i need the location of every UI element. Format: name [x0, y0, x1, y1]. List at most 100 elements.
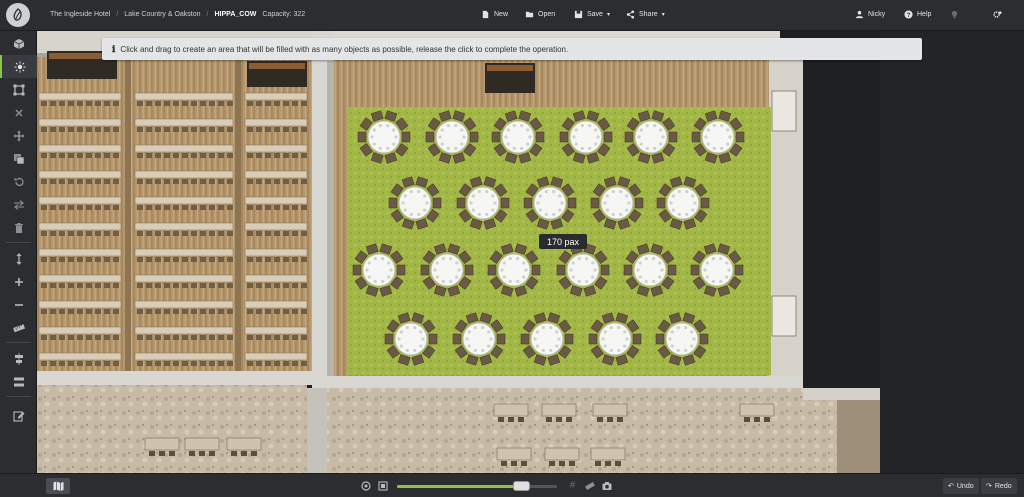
classroom-table-row[interactable] [38, 300, 122, 314]
lower-table-top[interactable] [496, 447, 532, 461]
target-button[interactable] [360, 480, 371, 491]
zoom-slider-handle[interactable] [513, 481, 531, 491]
classroom-table[interactable] [38, 118, 122, 127]
classroom-table[interactable] [38, 352, 122, 361]
classroom-table-row[interactable] [38, 144, 122, 158]
classroom-table[interactable] [38, 274, 122, 283]
save-button[interactable]: Save ▾ [574, 10, 610, 19]
classroom-table-row[interactable] [134, 92, 234, 106]
undo-button[interactable]: ↶ Undo [943, 478, 979, 494]
classroom-table-row[interactable] [38, 118, 122, 132]
swap-tool[interactable] [0, 193, 37, 216]
classroom-table-row[interactable] [38, 92, 122, 106]
classroom-table[interactable] [134, 196, 234, 205]
lower-table[interactable] [544, 447, 580, 466]
classroom-table[interactable] [38, 196, 122, 205]
classroom-table-row[interactable] [134, 118, 234, 132]
classroom-table[interactable] [134, 326, 234, 335]
lower-table-top[interactable] [226, 437, 262, 451]
move-tool[interactable] [0, 124, 37, 147]
height-tool[interactable] [0, 247, 37, 270]
classroom-table-row[interactable] [134, 170, 234, 184]
lower-table[interactable] [496, 447, 532, 466]
lightbulb-button[interactable] [950, 10, 959, 19]
classroom-table[interactable] [244, 300, 308, 309]
user-menu[interactable]: Nicky [855, 10, 885, 19]
auto-fill-tool[interactable] [0, 55, 37, 78]
floorplan-svg[interactable] [37, 31, 880, 473]
select-area-tool[interactable] [0, 78, 37, 101]
classroom-table-row[interactable] [134, 326, 234, 340]
lower-table-top[interactable] [592, 403, 628, 417]
share-button[interactable]: Share ▾ [626, 10, 665, 19]
classroom-table[interactable] [134, 144, 234, 153]
classroom-table-row[interactable] [134, 274, 234, 288]
classroom-table[interactable] [244, 170, 308, 179]
measure-button[interactable] [584, 480, 595, 491]
classroom-table[interactable] [38, 222, 122, 231]
classroom-table-row[interactable] [38, 274, 122, 288]
classroom-table-row[interactable] [134, 248, 234, 262]
classroom-table[interactable] [134, 92, 234, 101]
trash-tool[interactable] [0, 216, 37, 239]
classroom-table-row[interactable] [134, 196, 234, 210]
classroom-table[interactable] [134, 300, 234, 309]
align-tool[interactable] [0, 347, 37, 370]
classroom-table-row[interactable] [38, 222, 122, 236]
lower-table-top[interactable] [493, 403, 529, 417]
grid-button[interactable]: # [567, 480, 578, 491]
classroom-table[interactable] [38, 92, 122, 101]
settings-button[interactable] [993, 10, 1002, 19]
lower-table-top[interactable] [544, 447, 580, 461]
classroom-table[interactable] [244, 248, 308, 257]
classroom-table[interactable] [38, 144, 122, 153]
help-button[interactable]: ? Help [904, 10, 931, 19]
classroom-table[interactable] [38, 248, 122, 257]
classroom-table[interactable] [244, 196, 308, 205]
breadcrumb-venue[interactable]: The Ingleside Hotel [50, 11, 110, 18]
distribute-tool[interactable] [0, 370, 37, 393]
increase-tool[interactable] [0, 270, 37, 293]
lower-table-top[interactable] [590, 447, 626, 461]
classroom-table[interactable] [134, 352, 234, 361]
classroom-table-row[interactable] [134, 222, 234, 236]
classroom-table-row[interactable] [38, 170, 122, 184]
classroom-table[interactable] [244, 118, 308, 127]
3d-view-tool[interactable] [0, 32, 37, 55]
screenshot-button[interactable] [601, 480, 612, 491]
lower-table[interactable] [592, 403, 628, 422]
edit-tool[interactable] [0, 404, 37, 427]
classroom-table-row[interactable] [38, 352, 122, 366]
zoom-slider[interactable] [397, 481, 557, 491]
classroom-table-row[interactable] [134, 352, 234, 366]
floorplan-canvas[interactable] [37, 31, 880, 473]
lower-table[interactable] [184, 437, 220, 456]
lower-table-top[interactable] [144, 437, 180, 451]
classroom-table[interactable] [244, 222, 308, 231]
classroom-table-row[interactable] [134, 144, 234, 158]
copy-tool[interactable] [0, 147, 37, 170]
lower-table[interactable] [493, 403, 529, 422]
lower-table-top[interactable] [541, 403, 577, 417]
classroom-table-row[interactable] [38, 196, 122, 210]
rotate-tool[interactable] [0, 170, 37, 193]
lower-table[interactable] [226, 437, 262, 456]
classroom-table[interactable] [134, 222, 234, 231]
classroom-table[interactable] [134, 248, 234, 257]
lower-table[interactable] [590, 447, 626, 466]
lower-table[interactable] [541, 403, 577, 422]
delete-tool[interactable] [0, 101, 37, 124]
lower-table-top[interactable] [739, 403, 775, 417]
breadcrumb-room[interactable]: Lake Country & Oakston [124, 11, 200, 18]
classroom-table[interactable] [38, 326, 122, 335]
classroom-table[interactable] [244, 326, 308, 335]
new-button[interactable]: New [481, 10, 508, 19]
lower-table-top[interactable] [184, 437, 220, 451]
classroom-table[interactable] [134, 170, 234, 179]
classroom-table[interactable] [38, 170, 122, 179]
classroom-table[interactable] [244, 352, 308, 361]
redo-button[interactable]: ↷ Redo [981, 478, 1017, 494]
classroom-table-row[interactable] [134, 300, 234, 314]
open-button[interactable]: Open [525, 10, 555, 19]
classroom-table-row[interactable] [38, 326, 122, 340]
